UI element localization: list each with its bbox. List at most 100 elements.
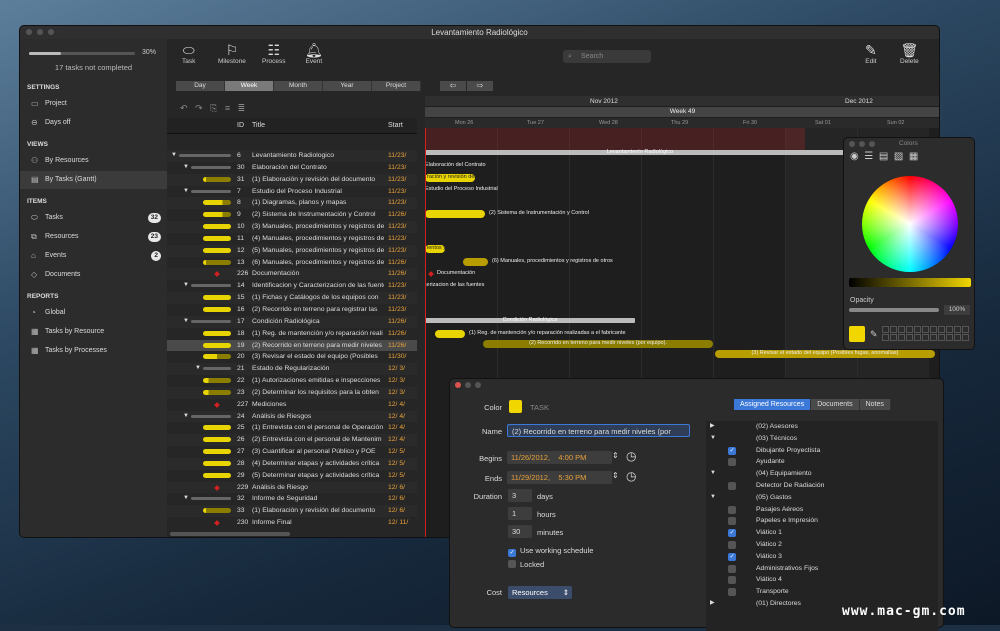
- table-row[interactable]: 29 (5) Determinar etapas y actividades cr…: [167, 470, 417, 482]
- table-row[interactable]: ▼ 6 Levantamiento Radiologico 11/23/: [167, 150, 417, 162]
- sidebar-item-documents[interactable]: ◇ Documents: [20, 266, 167, 284]
- swatch-slot[interactable]: [938, 334, 945, 341]
- table-row[interactable]: 230 Informe Final 12/ 11/: [167, 517, 417, 529]
- swatch-slot[interactable]: [898, 326, 905, 333]
- scale-project[interactable]: Project: [372, 81, 421, 91]
- table-row[interactable]: 19 (2) Recorrido en terreno para medir ni…: [167, 339, 417, 352]
- swatch-slot[interactable]: [946, 334, 953, 341]
- resource-group[interactable]: ▼ (03) Técnicos: [706, 433, 938, 445]
- table-row[interactable]: 229 Análisis de Riesgo 12/ 6/: [167, 481, 417, 494]
- resource-item[interactable]: ✓ Dibujante Proyectista: [706, 445, 938, 457]
- table-row[interactable]: 18 (1) Reg. de mantención y/o reparación …: [167, 328, 417, 340]
- resource-checkbox[interactable]: [728, 458, 736, 467]
- begins-stepper[interactable]: ⇕: [612, 451, 619, 460]
- tab-assigned-resources[interactable]: Assigned Resources: [734, 399, 812, 410]
- disclosure-triangle-icon[interactable]: ▼: [710, 468, 716, 480]
- resource-checkbox[interactable]: [728, 482, 736, 490]
- disclosure-triangle-icon[interactable]: ▼: [183, 316, 189, 328]
- sidebar-item-tasks-by-resource[interactable]: ▦ Tasks by Resource: [20, 323, 167, 341]
- resource-checkbox[interactable]: [728, 588, 736, 597]
- sidebar-item-tasks[interactable]: ⬭ Tasks 32: [20, 209, 167, 227]
- scale-week[interactable]: Week: [225, 81, 274, 91]
- close-button[interactable]: [455, 382, 461, 388]
- swatch-slot[interactable]: [914, 334, 921, 341]
- resource-checkbox[interactable]: [728, 517, 736, 526]
- columns-icon[interactable]: ≣: [238, 103, 246, 113]
- table-row[interactable]: ▼ 32 Informe de Seguridad 12/ 6/: [167, 493, 417, 505]
- id-column-header[interactable]: ID: [237, 122, 244, 129]
- scroll-left-button[interactable]: ⇦: [440, 81, 466, 91]
- scale-year[interactable]: Year: [323, 81, 372, 91]
- sidebar-item-events[interactable]: ⌂ Events 2: [20, 247, 167, 265]
- disclosure-triangle-icon[interactable]: ▶: [710, 421, 715, 433]
- table-row[interactable]: 226 Documentación 11/26/: [167, 268, 417, 281]
- swatch-slot[interactable]: [922, 334, 929, 341]
- horizontal-scrollbar[interactable]: [170, 532, 290, 536]
- table-row[interactable]: ▼ 24 Análisis de Riesgos 12/ 4/: [167, 410, 417, 423]
- table-row[interactable]: 23 (2) Determinar los requisitos para la …: [167, 386, 417, 399]
- gantt-bar[interactable]: [463, 258, 488, 266]
- color-wheel[interactable]: [862, 176, 958, 272]
- swatch-slot[interactable]: [890, 326, 897, 333]
- table-row[interactable]: 31 (1) Elaboración y revisión del documen…: [167, 173, 417, 186]
- swatch-slot[interactable]: [930, 334, 937, 341]
- resource-item[interactable]: Detector De Radiación: [706, 480, 938, 492]
- opacity-value[interactable]: 100%: [944, 305, 970, 315]
- disclosure-triangle-icon[interactable]: ▼: [710, 433, 716, 445]
- table-row[interactable]: ▼ 7 Estudio del Proceso Industrial 11/23/: [167, 186, 417, 198]
- expand-icon[interactable]: ⎘: [210, 103, 217, 113]
- scale-day[interactable]: Day: [176, 81, 225, 91]
- close-button[interactable]: [26, 29, 32, 35]
- zoom-button[interactable]: [475, 382, 481, 388]
- resource-item[interactable]: Viático 4: [706, 574, 938, 586]
- table-row[interactable]: 25 (1) Entrevista con el personal de Oper…: [167, 422, 417, 434]
- swatch-slot[interactable]: [954, 334, 961, 341]
- resource-item[interactable]: Transporte: [706, 586, 938, 598]
- begins-clock-icon[interactable]: ◷: [626, 449, 636, 463]
- minutes-field[interactable]: 30: [508, 525, 532, 538]
- eyedropper-icon[interactable]: ✎: [870, 329, 878, 340]
- days-field[interactable]: 3: [508, 489, 532, 502]
- table-row[interactable]: 20 (3) Revisar el estado del equipo (Posi…: [167, 351, 417, 363]
- current-color-swatch[interactable]: [849, 326, 865, 342]
- table-row[interactable]: 11 (4) Manuales, procedimientos y registr…: [167, 233, 417, 245]
- locked-checkbox[interactable]: Locked: [508, 560, 544, 569]
- hours-field[interactable]: 1: [508, 507, 532, 520]
- disclosure-triangle-icon[interactable]: ▼: [195, 363, 201, 375]
- milestone-button[interactable]: ⚐ Milestone: [218, 42, 246, 65]
- table-row[interactable]: 12 (5) Manuales, procedimientos y registr…: [167, 244, 417, 257]
- disclosure-triangle-icon[interactable]: ▼: [171, 150, 177, 162]
- table-row[interactable]: 8 (1) Diagramas, planos y mapas 11/23/: [167, 197, 417, 210]
- resource-item[interactable]: Papeles e Impresión: [706, 515, 938, 527]
- resource-item[interactable]: ✓ Viático 1: [706, 527, 938, 539]
- start-column-header[interactable]: Start: [388, 122, 403, 129]
- palettes-icon[interactable]: ▤: [879, 151, 888, 162]
- sidebar-item-days-off[interactable]: ⊖ Days off: [20, 114, 167, 132]
- swatch-slot[interactable]: [946, 326, 953, 333]
- swatch-slot[interactable]: [906, 334, 913, 341]
- table-row[interactable]: 15 (1) Fichas y Catálogos de los equipos …: [167, 292, 417, 304]
- scale-month[interactable]: Month: [274, 81, 323, 91]
- zoom-button[interactable]: [48, 29, 54, 35]
- table-row[interactable]: 27 (3) Cuantificar al personal Público y …: [167, 446, 417, 458]
- resource-group[interactable]: ▶ (02) Asesores: [706, 421, 938, 433]
- opacity-slider[interactable]: [849, 308, 939, 312]
- resource-checkbox[interactable]: ✓: [728, 446, 736, 455]
- resource-item[interactable]: ✓ Viático 3: [706, 551, 938, 563]
- resource-checkbox[interactable]: ✓: [728, 529, 736, 538]
- minimize-button[interactable]: [465, 382, 471, 388]
- task-button[interactable]: ⬭ Task: [182, 42, 195, 65]
- brightness-slider[interactable]: [849, 278, 971, 287]
- swatch-slot[interactable]: [914, 326, 921, 333]
- table-row[interactable]: 28 (4) Determinar etapas y actividades cr…: [167, 457, 417, 470]
- sliders-icon[interactable]: ☰: [864, 151, 873, 162]
- indent-icon[interactable]: ↶: [180, 103, 188, 113]
- table-row[interactable]: 26 (2) Entrevista con el personal de Mant…: [167, 434, 417, 447]
- disclosure-triangle-icon[interactable]: ▼: [183, 411, 189, 423]
- resource-item[interactable]: Ayudante: [706, 456, 938, 468]
- title-column-header[interactable]: Title: [252, 122, 265, 129]
- gantt-bar[interactable]: [435, 330, 465, 338]
- disclosure-triangle-icon[interactable]: ▼: [183, 280, 189, 292]
- tab-documents[interactable]: Documents: [811, 399, 860, 410]
- table-row[interactable]: ▼ 30 Elaboración del Contrato 11/23/: [167, 162, 417, 174]
